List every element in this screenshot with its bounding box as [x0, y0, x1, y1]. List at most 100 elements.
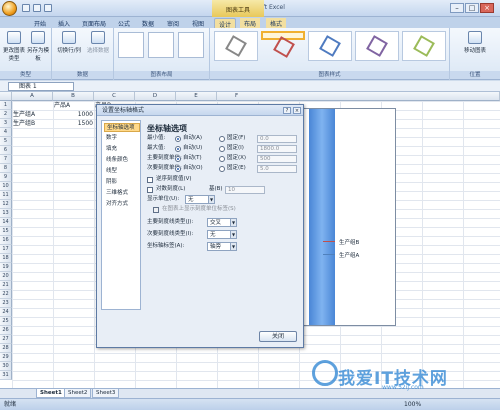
major-auto-radio[interactable] [175, 156, 181, 162]
tab-data[interactable]: 数据 [138, 18, 158, 28]
min-value-field[interactable]: 0.0 [257, 135, 297, 143]
tab-layout[interactable]: 布局 [240, 18, 261, 28]
chevron-down-icon[interactable]: ▼ [230, 243, 236, 250]
row-header[interactable]: 5 [0, 137, 12, 146]
reverse-checkbox[interactable] [147, 177, 153, 183]
select-data-button[interactable]: 选择数据 [84, 31, 112, 54]
minor-tick-select[interactable]: 无 ▼ [207, 230, 237, 239]
dialog-close-icon[interactable]: × [293, 107, 301, 114]
column-header[interactable]: B [53, 92, 94, 101]
row-header[interactable]: 11 [0, 191, 12, 200]
row-header[interactable]: 3 [0, 119, 12, 128]
row-header[interactable]: 23 [0, 299, 12, 308]
nav-number[interactable]: 数字 [104, 134, 140, 143]
row-header[interactable]: 26 [0, 326, 12, 335]
log-checkbox[interactable] [147, 187, 153, 193]
row-header[interactable]: 21 [0, 281, 12, 290]
layout-thumb-2[interactable] [148, 32, 174, 58]
select-all-corner[interactable] [0, 92, 12, 101]
layout-thumb-1[interactable] [118, 32, 144, 58]
row-header[interactable]: 14 [0, 218, 12, 227]
show-unit-checkbox[interactable] [153, 207, 159, 213]
office-button[interactable] [2, 1, 17, 16]
nav-3d-format[interactable]: 三维格式 [104, 189, 140, 198]
max-fixed-radio[interactable] [219, 146, 225, 152]
display-unit-select[interactable]: 无 ▼ [185, 195, 215, 204]
row-header[interactable]: 28 [0, 344, 12, 353]
column-header[interactable]: D [135, 92, 176, 101]
tab-design[interactable]: 设计 [214, 18, 237, 29]
row-header[interactable]: 25 [0, 317, 12, 326]
maximize-icon[interactable]: □ [465, 3, 479, 13]
tab-format[interactable]: 格式 [266, 18, 287, 28]
tab-review[interactable]: 审阅 [163, 18, 183, 28]
row-header[interactable]: 1 [0, 101, 12, 110]
selected-axis[interactable] [309, 109, 335, 325]
change-chart-type-button[interactable]: 更改图表类型 [3, 31, 25, 62]
row-header[interactable]: 7 [0, 155, 12, 164]
redo-icon[interactable] [44, 4, 52, 12]
row-header[interactable]: 10 [0, 182, 12, 191]
name-box[interactable]: 图表 1 [8, 82, 74, 91]
row-header[interactable]: 13 [0, 209, 12, 218]
close-icon[interactable]: × [480, 3, 494, 13]
cell-a2[interactable]: 生产组A [12, 110, 53, 119]
undo-icon[interactable] [33, 4, 41, 12]
tab-home[interactable]: 开始 [30, 18, 50, 28]
style-tile-5[interactable] [402, 31, 446, 61]
cell-b1[interactable]: 产品A [53, 101, 94, 110]
style-tile-3[interactable] [308, 31, 352, 61]
minor-fixed-radio[interactable] [219, 166, 225, 172]
row-header[interactable]: 4 [0, 128, 12, 137]
chevron-down-icon[interactable]: ▼ [208, 196, 214, 203]
row-header[interactable]: 19 [0, 263, 12, 272]
log-base-field[interactable]: 10 [225, 186, 265, 194]
row-header[interactable]: 2 [0, 110, 12, 119]
save-as-template-button[interactable]: 另存为模板 [27, 31, 49, 62]
max-auto-radio[interactable] [175, 146, 181, 152]
sheet-tab-1[interactable]: Sheet1 [36, 389, 66, 398]
major-tick-select[interactable]: 交叉 ▼ [207, 218, 237, 227]
min-auto-radio[interactable] [175, 136, 181, 142]
cell-b2[interactable]: 1000 [53, 110, 94, 119]
row-header[interactable]: 31 [0, 371, 12, 380]
major-fixed-radio[interactable] [219, 156, 225, 162]
row-header[interactable]: 12 [0, 200, 12, 209]
row-header[interactable]: 18 [0, 254, 12, 263]
row-header[interactable]: 27 [0, 335, 12, 344]
help-icon[interactable]: ? [283, 107, 291, 114]
save-icon[interactable] [22, 4, 30, 12]
switch-row-column-button[interactable]: 切换行/列 [55, 31, 83, 54]
min-fixed-radio[interactable] [219, 136, 225, 142]
sheet-tab-2[interactable]: Sheet2 [64, 389, 92, 398]
chevron-down-icon[interactable]: ▼ [230, 219, 236, 226]
cell-b3[interactable]: 1500 [53, 119, 94, 128]
tab-view[interactable]: 视图 [188, 18, 208, 28]
layout-thumb-3[interactable] [178, 32, 204, 58]
nav-axis-options[interactable]: 坐标轴选项 [104, 123, 140, 132]
minor-value-field[interactable]: 5.0 [257, 165, 297, 173]
row-header[interactable]: 22 [0, 290, 12, 299]
minimize-icon[interactable]: – [450, 3, 464, 13]
sheet-tab-3[interactable]: Sheet3 [92, 389, 120, 398]
row-header[interactable]: 6 [0, 146, 12, 155]
row-header[interactable]: 20 [0, 272, 12, 281]
legend-label-a[interactable]: 生产组A [339, 251, 359, 259]
major-value-field[interactable]: 500 [257, 155, 297, 163]
style-tile-4[interactable] [355, 31, 399, 61]
nav-shadow[interactable]: 阴影 [104, 178, 140, 187]
zoom-level[interactable]: 100% [404, 399, 421, 410]
style-tile-1[interactable] [214, 31, 258, 61]
nav-fill[interactable]: 填充 [104, 145, 140, 154]
row-header[interactable]: 24 [0, 308, 12, 317]
style-tile-2[interactable] [261, 31, 305, 58]
row-header[interactable]: 30 [0, 362, 12, 371]
tab-page-layout[interactable]: 页面布局 [78, 18, 110, 28]
row-header[interactable]: 29 [0, 353, 12, 362]
nav-line-color[interactable]: 线条颜色 [104, 156, 140, 165]
row-header[interactable]: 15 [0, 227, 12, 236]
tab-insert[interactable]: 插入 [54, 18, 74, 28]
nav-alignment[interactable]: 对齐方式 [104, 200, 140, 209]
move-chart-button[interactable]: 移动图表 [454, 31, 496, 54]
row-header[interactable]: 16 [0, 236, 12, 245]
